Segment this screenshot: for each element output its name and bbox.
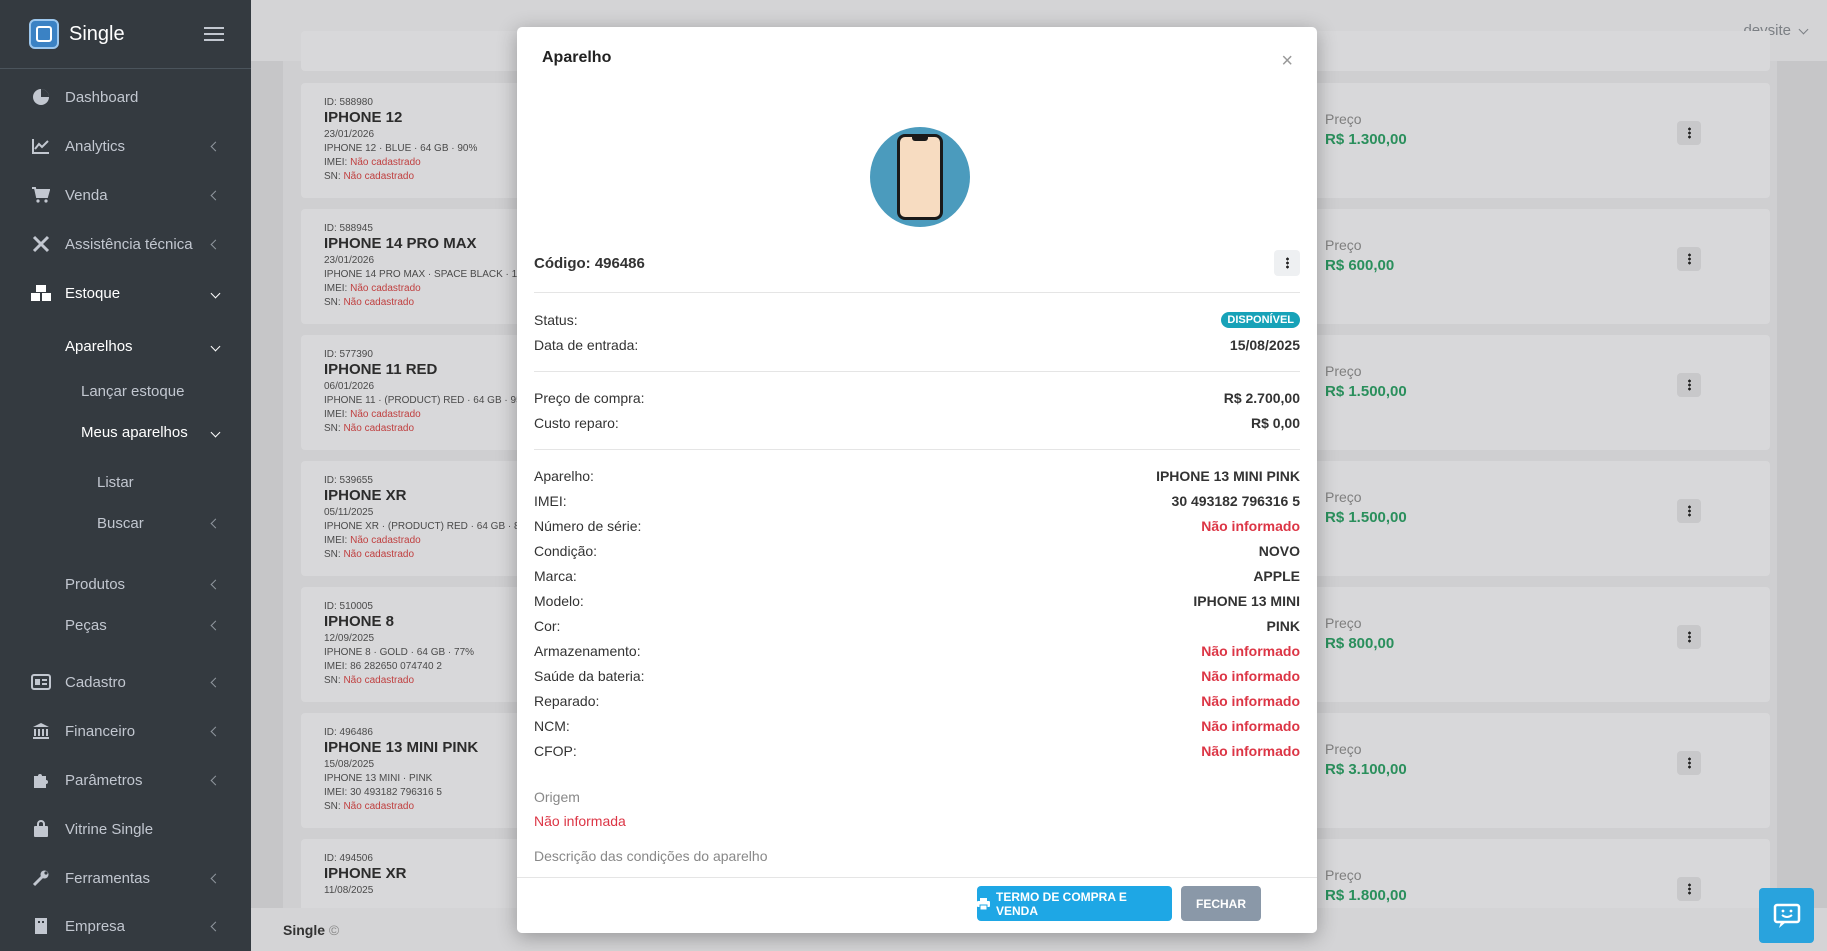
detail-row: Aparelho: IPHONE 13 MINI PINK (534, 468, 1300, 490)
detail-row: IMEI: 30 493182 796316 5 (534, 493, 1300, 515)
detail-label: Número de série: (534, 518, 642, 534)
detail-value: 30 493182 796316 5 (1171, 493, 1300, 509)
device-code: Código: 496486 (534, 255, 645, 272)
detail-row: Reparado: Não informado (534, 693, 1300, 715)
detail-value: Não informado (1201, 743, 1300, 759)
detail-value: Não informado (1201, 643, 1300, 659)
detail-value: IPHONE 13 MINI (1193, 593, 1300, 609)
preco-compra-row: Preço de compra: R$ 2.700,00 (534, 390, 1300, 412)
origem-value: Não informada (534, 813, 626, 829)
preco-compra-label: Preço de compra: (534, 390, 645, 406)
divider (534, 292, 1300, 293)
custo-reparo-row: Custo reparo: R$ 0,00 (534, 415, 1300, 437)
status-label: Status: (534, 312, 578, 328)
detail-row: Marca: APPLE (534, 568, 1300, 590)
detail-value: Não informado (1201, 668, 1300, 684)
detail-value: Não informado (1201, 518, 1300, 534)
detail-value: APPLE (1253, 568, 1300, 584)
custo-reparo-value: R$ 0,00 (1250, 415, 1300, 431)
status-badge: DISPONÍVEL (1221, 312, 1300, 328)
origem-label: Origem (534, 789, 580, 805)
detail-value: Não informado (1201, 718, 1300, 734)
detail-label: Cor: (534, 618, 561, 634)
printer-icon (977, 897, 990, 910)
entrada-row: Data de entrada: 15/08/2025 (534, 337, 1300, 359)
detail-row: CFOP: Não informado (534, 743, 1300, 765)
entrada-value: 15/08/2025 (1229, 337, 1300, 353)
detail-label: Saúde da bateria: (534, 668, 645, 684)
divider (534, 371, 1300, 372)
detail-row: Número de série: Não informado (534, 518, 1300, 540)
entrada-label: Data de entrada: (534, 337, 639, 353)
detail-label: Reparado: (534, 693, 600, 709)
detail-value: NOVO (1258, 543, 1300, 559)
detail-label: IMEI: (534, 493, 567, 509)
preco-compra-value: R$ 2.700,00 (1223, 390, 1300, 406)
detail-value: Não informado (1201, 693, 1300, 709)
detail-row: Saúde da bateria: Não informado (534, 668, 1300, 690)
detail-value: IPHONE 13 MINI PINK (1156, 468, 1300, 484)
smartphone-icon (897, 134, 943, 220)
detail-row: NCM: Não informado (534, 718, 1300, 740)
termo-compra-venda-button[interactable]: TERMO DE COMPRA E VENDA (977, 886, 1172, 921)
custo-reparo-label: Custo reparo: (534, 415, 619, 431)
detail-label: Marca: (534, 568, 577, 584)
detail-label: Armazenamento: (534, 643, 641, 659)
detail-row: Armazenamento: Não informado (534, 643, 1300, 665)
modal-title: Aparelho (542, 49, 612, 66)
detail-label: NCM: (534, 718, 570, 734)
kebab-menu-icon[interactable] (1274, 250, 1300, 276)
divider (534, 449, 1300, 450)
detail-label: Aparelho: (534, 468, 594, 484)
device-avatar (870, 127, 970, 227)
modal-body: Código: 496486 Status: DISPONÍVEL Data d… (534, 87, 1300, 877)
detail-label: Condição: (534, 543, 598, 559)
close-icon[interactable]: × (1281, 51, 1293, 71)
device-modal: Aparelho × Código: 496486 Status: DISPON… (517, 27, 1317, 933)
termo-button-label: TERMO DE COMPRA E VENDA (995, 889, 1127, 918)
detail-row: Condição: NOVO (534, 543, 1300, 565)
modal-footer: TERMO DE COMPRA E VENDA FECHAR (517, 877, 1317, 933)
detail-value: PINK (1266, 618, 1300, 634)
detail-row: Cor: PINK (534, 618, 1300, 640)
detail-label: CFOP: (534, 743, 577, 759)
descricao-label: Descrição das condições do aparelho (534, 848, 768, 864)
status-row: Status: DISPONÍVEL (534, 312, 1300, 334)
fechar-button[interactable]: FECHAR (1181, 886, 1261, 921)
detail-row: Modelo: IPHONE 13 MINI (534, 593, 1300, 615)
detail-label: Modelo: (534, 593, 584, 609)
